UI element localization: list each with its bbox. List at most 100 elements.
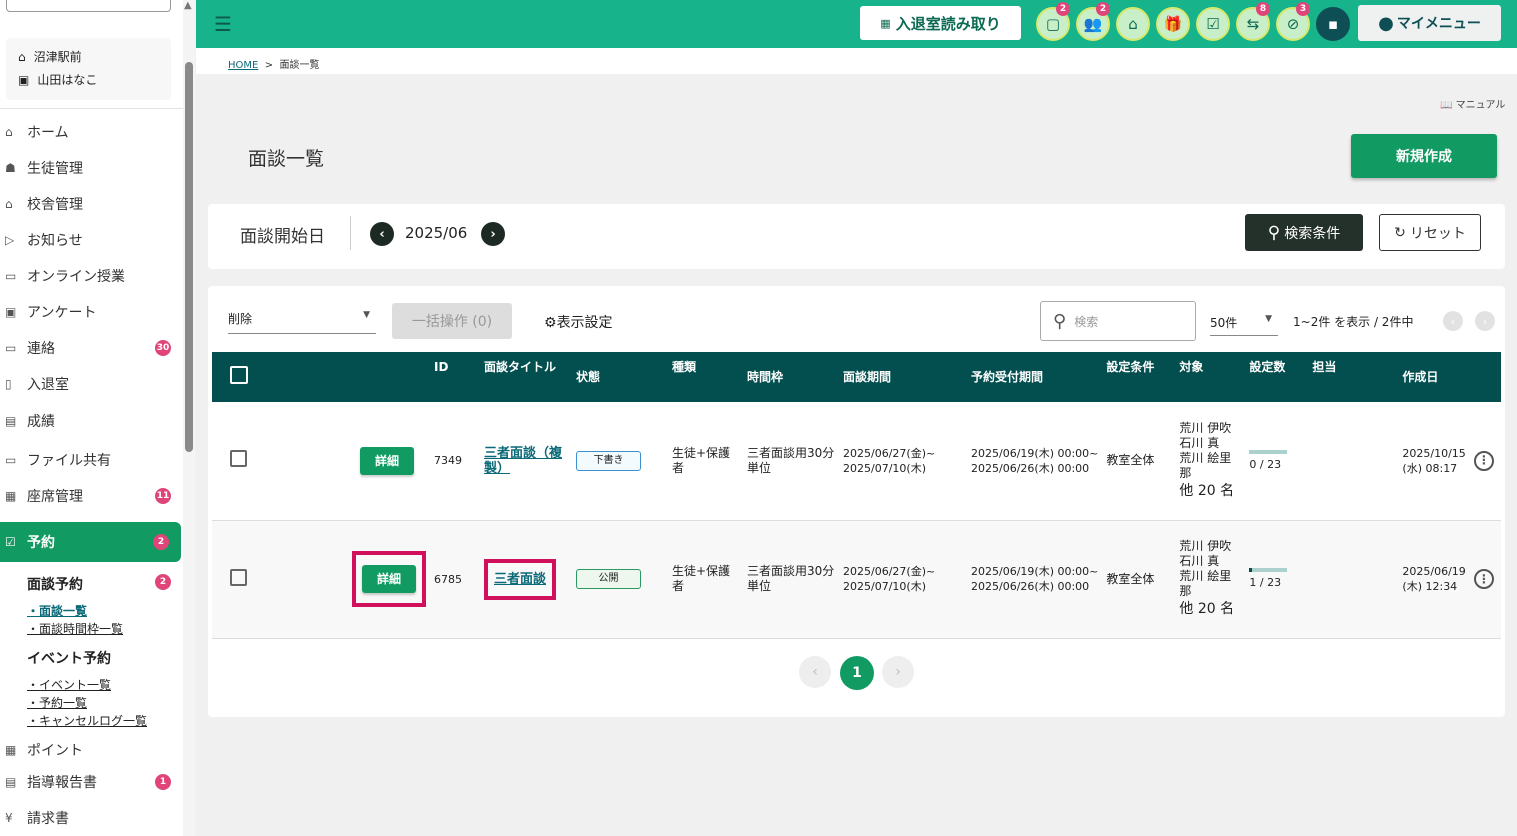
pagination-next[interactable]: › (882, 656, 914, 688)
row-checkbox[interactable] (230, 569, 247, 586)
cell-period: 2025/06/27(金)~ 2025/07/10(木) (839, 402, 967, 520)
my-menu-button[interactable]: ●マイメニュー (1358, 5, 1501, 41)
column-header[interactable]: ID (430, 352, 480, 402)
sidebar-item-home[interactable]: ⌂ホーム (0, 115, 183, 149)
target-others: 他 20 名 (1179, 599, 1241, 619)
pagination-prev[interactable]: ‹ (799, 656, 831, 688)
gift-button[interactable]: 🎁 (1156, 7, 1190, 41)
sidebar-item-label: オンライン授業 (27, 266, 125, 286)
sidebar-item-school[interactable]: ⌂校舎管理 (0, 187, 183, 221)
sidebar-item-survey[interactable]: ▣アンケート (0, 295, 183, 329)
bulk-action-button[interactable]: 一括操作 (0) (392, 303, 512, 339)
cell-slot: 三者面談用30分単位 (743, 402, 839, 520)
search-conditions-button[interactable]: ⚲検索条件 (1245, 214, 1363, 251)
action-select[interactable]: 削除▼ (228, 302, 376, 334)
column-header[interactable]: 対象 (1175, 352, 1245, 402)
sidebar-item-send[interactable]: ▷お知らせ (0, 223, 183, 257)
sidebar-item-folder[interactable]: ▭ファイル共有 (0, 443, 183, 477)
manual-label: マニュアル (1456, 100, 1506, 111)
message-icon: ▢ (1046, 15, 1060, 33)
display-settings-button[interactable]: ⚙表示設定 (544, 312, 613, 332)
sidebar-link-event-list[interactable]: ・イベント一覧 (27, 676, 111, 693)
column-header[interactable]: 種類 (668, 352, 743, 402)
my-menu-label: マイメニュー (1397, 13, 1481, 33)
checklist-button[interactable]: ☑ (1196, 7, 1230, 41)
filter-card: 面談開始日 ‹ 2025/06 › ⚲検索条件 ↻リセット (208, 204, 1505, 269)
column-header[interactable]: 予約受付期間 (967, 352, 1102, 402)
scroll-up-icon[interactable]: ▲ (184, 0, 192, 11)
cell-targets: 荒川 伊吹 石川 真 荒川 絵里那他 20 名 (1175, 520, 1245, 638)
search-placeholder: 検索 (1074, 313, 1098, 330)
row-checkbox[interactable] (230, 450, 247, 467)
qr-scan-button[interactable]: ▦入退室読み取り (860, 6, 1021, 40)
sidebar-item-yen[interactable]: ¥請求書 (0, 801, 183, 835)
bank-button[interactable]: ⌂ (1116, 7, 1150, 41)
next-page-button[interactable]: › (1475, 311, 1495, 331)
campus-name: 沼津駅前 (34, 50, 82, 64)
sidebar-link-reservation-list[interactable]: ・予約一覧 (27, 694, 87, 711)
column-header[interactable]: 時間枠 (743, 352, 839, 402)
next-month-button[interactable]: › (481, 222, 505, 246)
chat-bubble-button[interactable]: ▪ (1316, 7, 1350, 41)
column-header[interactable]: 面談タイトル (480, 352, 572, 402)
sidebar-item-label: アンケート (27, 302, 96, 322)
sidebar-link-cancel-log[interactable]: ・キャンセルログ一覧 (27, 712, 147, 729)
message-button[interactable]: ▢2 (1036, 7, 1070, 41)
sidebar-item-label: 請求書 (27, 808, 69, 828)
sidebar-item-label: 指導報告書 (27, 772, 97, 792)
report-icon: ▤ (5, 775, 27, 789)
interview-title-link[interactable]: 三者面談（複製） (484, 446, 562, 476)
breadcrumb-home[interactable]: HOME (228, 60, 258, 71)
sidebar-link-interview-list[interactable]: ・面談一覧 (27, 602, 87, 619)
sidebar-item-gift[interactable]: ▦ポイント (0, 733, 183, 767)
detail-button[interactable]: 詳細 (360, 447, 414, 475)
search-input[interactable]: ⚲検索 (1040, 301, 1196, 341)
manual-link[interactable]: 📖 マニュアル (1440, 96, 1505, 111)
prev-month-button[interactable]: ‹ (370, 222, 394, 246)
select-all-checkbox[interactable] (230, 366, 248, 384)
gear-icon: ⚙ (544, 315, 557, 331)
interview-title-link[interactable]: 三者面談 (494, 572, 546, 587)
sidebar-item-calendar[interactable]: ☑予約2 (0, 522, 181, 562)
column-header[interactable]: 作成日 (1398, 352, 1469, 402)
no-location-button[interactable]: ⊘3 (1276, 7, 1310, 41)
sidebar-search-input[interactable] (6, 0, 171, 12)
detail-button[interactable]: 詳細 (362, 565, 416, 593)
column-header[interactable]: 面談期間 (839, 352, 967, 402)
school-icon: ⌂ (5, 197, 27, 211)
more-options-icon[interactable]: ⋮ (1474, 569, 1494, 589)
sidebar-item-monitor[interactable]: ▭オンライン授業 (0, 259, 183, 293)
sidebar-item-report[interactable]: ▤指導報告書1 (0, 765, 183, 799)
new-button[interactable]: 新規作成 (1351, 134, 1497, 178)
sidebar-item-student[interactable]: ☗生徒管理 (0, 151, 183, 185)
notification-badge: 3 (1296, 2, 1310, 16)
sidebar-link-interview-slots[interactable]: ・面談時間枠一覧 (27, 620, 123, 637)
group-button[interactable]: 👥2 (1076, 7, 1110, 41)
scrollbar-thumb[interactable] (185, 62, 193, 452)
breadcrumb-current: 面談一覧 (279, 60, 319, 71)
sidebar-item-grade[interactable]: ▤成績 (0, 404, 183, 438)
status-badge: 下書き (576, 451, 641, 471)
send-icon: ▷ (5, 233, 27, 247)
badge: 2 (153, 534, 169, 550)
hamburger-menu-icon[interactable]: ☰ (214, 12, 232, 36)
qr-scan-label: 入退室読み取り (896, 13, 1001, 34)
pagination-page-1[interactable]: 1 (840, 656, 874, 690)
column-header[interactable]: 担当 (1308, 352, 1398, 402)
sidebar-scrollbar[interactable]: ▲ (183, 0, 195, 836)
more-options-icon[interactable]: ⋮ (1474, 451, 1494, 471)
dropdown-arrow-icon: ▼ (363, 310, 370, 320)
reset-button[interactable]: ↻リセット (1379, 214, 1481, 251)
per-page-select[interactable]: 50件▼ (1210, 306, 1278, 336)
column-header[interactable]: 状態 (572, 352, 668, 402)
sidebar-item-label: 校舎管理 (27, 194, 83, 214)
prev-page-button[interactable]: ‹ (1443, 311, 1463, 331)
column-header[interactable]: 設定数 (1245, 352, 1308, 402)
sidebar-item-chat[interactable]: ▭連絡30 (0, 331, 183, 365)
sidebar-item-seat[interactable]: ▦座席管理11 (0, 479, 183, 513)
search-conditions-label: 検索条件 (1284, 223, 1340, 243)
column-header[interactable]: 設定条件 (1102, 352, 1175, 402)
sidebar-item-door[interactable]: ▯入退室 (0, 367, 183, 401)
cell-staff (1308, 402, 1398, 520)
compress-button[interactable]: ⇆8 (1236, 7, 1270, 41)
